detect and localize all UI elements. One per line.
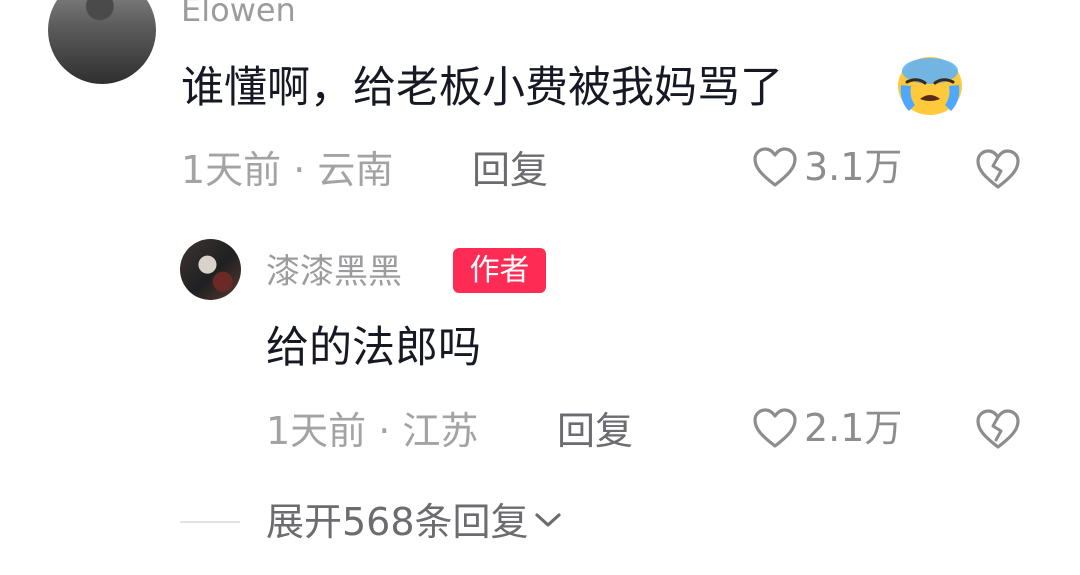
comment-time-location: 1天前 · 云南 xyxy=(181,148,394,192)
reply-text: 给的法郎吗 xyxy=(266,323,481,373)
broken-heart-icon[interactable] xyxy=(975,408,1021,450)
heart-icon[interactable] xyxy=(752,146,798,188)
commenter-avatar[interactable] xyxy=(48,0,156,84)
reply-like-count: 2.1万 xyxy=(804,406,903,450)
author-avatar[interactable] xyxy=(180,239,241,300)
expand-replies-label: 展开568条回复 xyxy=(266,500,529,544)
reply-time-location: 1天前 · 江苏 xyxy=(266,409,479,453)
expand-replies-button[interactable]: 展开568条回复 xyxy=(266,503,563,541)
like-button[interactable]: 3.1万 xyxy=(752,146,902,188)
comment-text: 谁懂啊，给老板小费被我妈骂了 xyxy=(181,63,783,113)
reply-button[interactable]: 回复 xyxy=(472,151,548,189)
chevron-down-icon xyxy=(533,510,563,534)
reply-to-reply-button[interactable]: 回复 xyxy=(557,412,633,450)
divider xyxy=(180,521,240,523)
heart-icon[interactable] xyxy=(752,407,798,449)
commenter-username[interactable]: Elowen xyxy=(181,0,296,26)
reply-like-button[interactable]: 2.1万 xyxy=(752,407,902,449)
author-badge: 作者 xyxy=(453,248,546,293)
author-username[interactable]: 漆漆黑黑 xyxy=(266,255,402,289)
like-count: 3.1万 xyxy=(804,145,903,189)
crying-emoji-icon xyxy=(895,55,965,117)
broken-heart-icon[interactable] xyxy=(975,148,1021,190)
